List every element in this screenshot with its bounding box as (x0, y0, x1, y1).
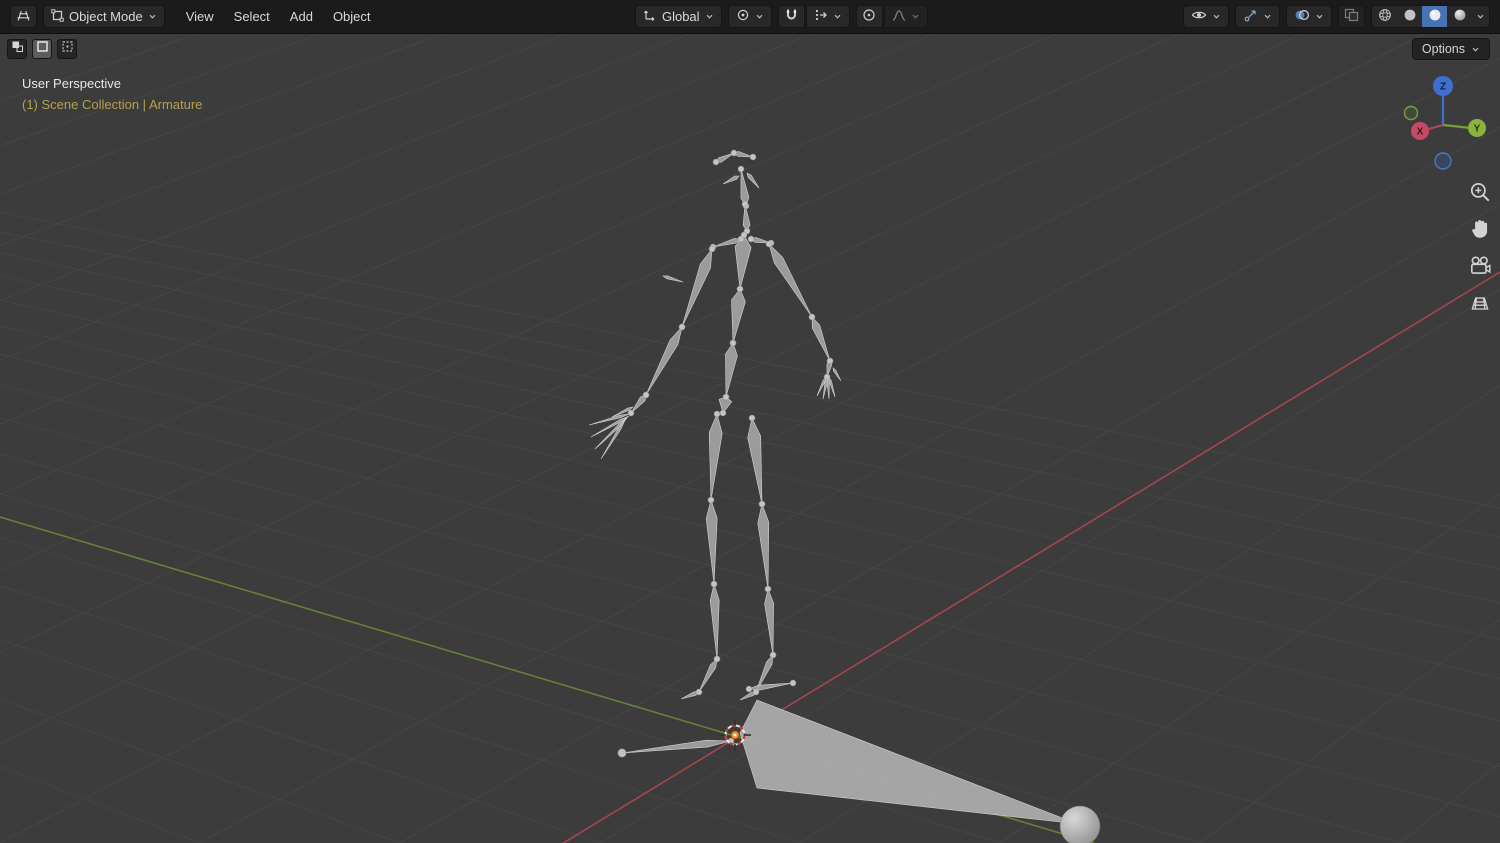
shading-wireframe-button[interactable] (1372, 6, 1397, 27)
chevron-down-icon (1477, 14, 1484, 19)
select-set-icon (11, 40, 24, 58)
chevron-down-icon (756, 14, 762, 19)
gizmo-y-stem (1442, 123, 1472, 130)
select-set-button[interactable] (7, 39, 27, 59)
options-dropdown[interactable]: Options (1411, 38, 1490, 60)
header-right (1183, 5, 1490, 28)
viewport-header: Object Mode View Select Add Object Globa… (0, 0, 1500, 34)
proportional-circle-icon (862, 8, 876, 25)
camera-view-button[interactable] (1468, 254, 1492, 278)
chevron-down-icon (706, 14, 712, 19)
options-label: Options (1421, 42, 1465, 56)
overlays-dropdown[interactable] (1286, 5, 1332, 28)
gizmo-z-label: Z (1440, 82, 1446, 93)
select-extend-button[interactable] (32, 39, 52, 59)
camera-icon (1468, 254, 1492, 278)
select-subtract-icon (61, 40, 74, 58)
snap-target-icon (814, 8, 828, 25)
orientation-dropdown[interactable]: Global (634, 5, 722, 28)
menu-view[interactable]: View (177, 6, 223, 27)
menu-add[interactable]: Add (281, 6, 322, 27)
viewport-3d[interactable] (0, 0, 1500, 843)
mode-dropdown[interactable]: Object Mode (43, 5, 165, 28)
menu-bar: View Select Add Object (177, 6, 380, 27)
shading-material-button[interactable] (1422, 6, 1447, 27)
gizmos-dropdown[interactable] (1235, 5, 1280, 28)
select-extend-icon (36, 40, 49, 58)
chevron-down-icon (1472, 47, 1479, 52)
proportional-controls (855, 5, 928, 28)
falloff-curve-icon (892, 8, 906, 25)
shading-dropdown[interactable] (1472, 6, 1489, 27)
gizmo-axis-neg-z[interactable] (1434, 152, 1452, 170)
gizmo-x-label: X (1417, 127, 1424, 138)
active-object-breadcrumb: (1) Scene Collection | Armature (22, 97, 203, 112)
chevron-down-icon (1316, 14, 1323, 19)
header-left: Object Mode View Select Add Object (10, 5, 380, 28)
magnet-icon (785, 8, 798, 25)
shading-rendered-button[interactable] (1447, 6, 1472, 27)
view-navigation-gizmo[interactable]: Z X Y (1398, 64, 1498, 176)
zoom-button[interactable] (1468, 180, 1492, 204)
snap-toggle[interactable] (777, 5, 805, 28)
shading-mode-group (1371, 5, 1490, 28)
viewport-grid-icon (16, 8, 31, 26)
wireframe-sphere-icon (1378, 8, 1392, 25)
menu-object[interactable]: Object (324, 6, 380, 27)
orientation-label: Global (661, 9, 700, 24)
chevron-down-icon (1213, 14, 1220, 19)
viewport-nav-tools (1468, 180, 1492, 315)
chevron-down-icon (149, 14, 156, 19)
select-subtract-button[interactable] (57, 39, 77, 59)
menu-select[interactable]: Select (225, 6, 279, 27)
chevron-down-icon (834, 14, 840, 19)
ortho-grid-icon (1468, 291, 1492, 315)
solid-sphere-icon (1403, 8, 1417, 25)
chevron-down-icon (912, 14, 918, 19)
pan-button[interactable] (1468, 217, 1492, 241)
object-cube-icon (51, 8, 64, 25)
mode-label: Object Mode (69, 9, 143, 24)
armature-skeleton[interactable] (588, 149, 1101, 843)
snapping-controls (777, 5, 850, 28)
editor-type-button[interactable] (10, 5, 37, 28)
pan-hand-icon (1468, 217, 1492, 241)
ortho-toggle-button[interactable] (1468, 291, 1492, 315)
select-mode-buttons (7, 39, 77, 59)
gizmo-y-label: Y (1474, 124, 1481, 135)
gizmo-arrow-icon (1243, 8, 1258, 26)
proportional-toggle[interactable] (855, 5, 883, 28)
xray-toggle[interactable] (1338, 5, 1365, 28)
shading-solid-button[interactable] (1397, 6, 1422, 27)
rendered-sphere-icon (1453, 8, 1467, 25)
blender-window: { "header": { "mode": { "label": "Object… (0, 0, 1500, 843)
eye-icon (1191, 8, 1207, 25)
snap-with-dropdown[interactable] (805, 5, 850, 28)
gizmo-axis-neg-y[interactable] (1403, 105, 1419, 121)
visibility-dropdown[interactable] (1183, 5, 1229, 28)
falloff-dropdown[interactable] (883, 5, 928, 28)
xray-squares-icon (1344, 8, 1359, 25)
view-perspective-label: User Perspective (22, 76, 121, 91)
zoom-icon (1468, 180, 1492, 204)
axes-icon (643, 8, 657, 25)
material-sphere-icon (1428, 8, 1442, 25)
pivot-point-icon (736, 8, 750, 25)
pivot-dropdown[interactable] (727, 5, 772, 28)
chevron-down-icon (1264, 14, 1271, 19)
overlapping-circles-icon (1294, 8, 1310, 25)
header-center: Global (634, 5, 928, 28)
